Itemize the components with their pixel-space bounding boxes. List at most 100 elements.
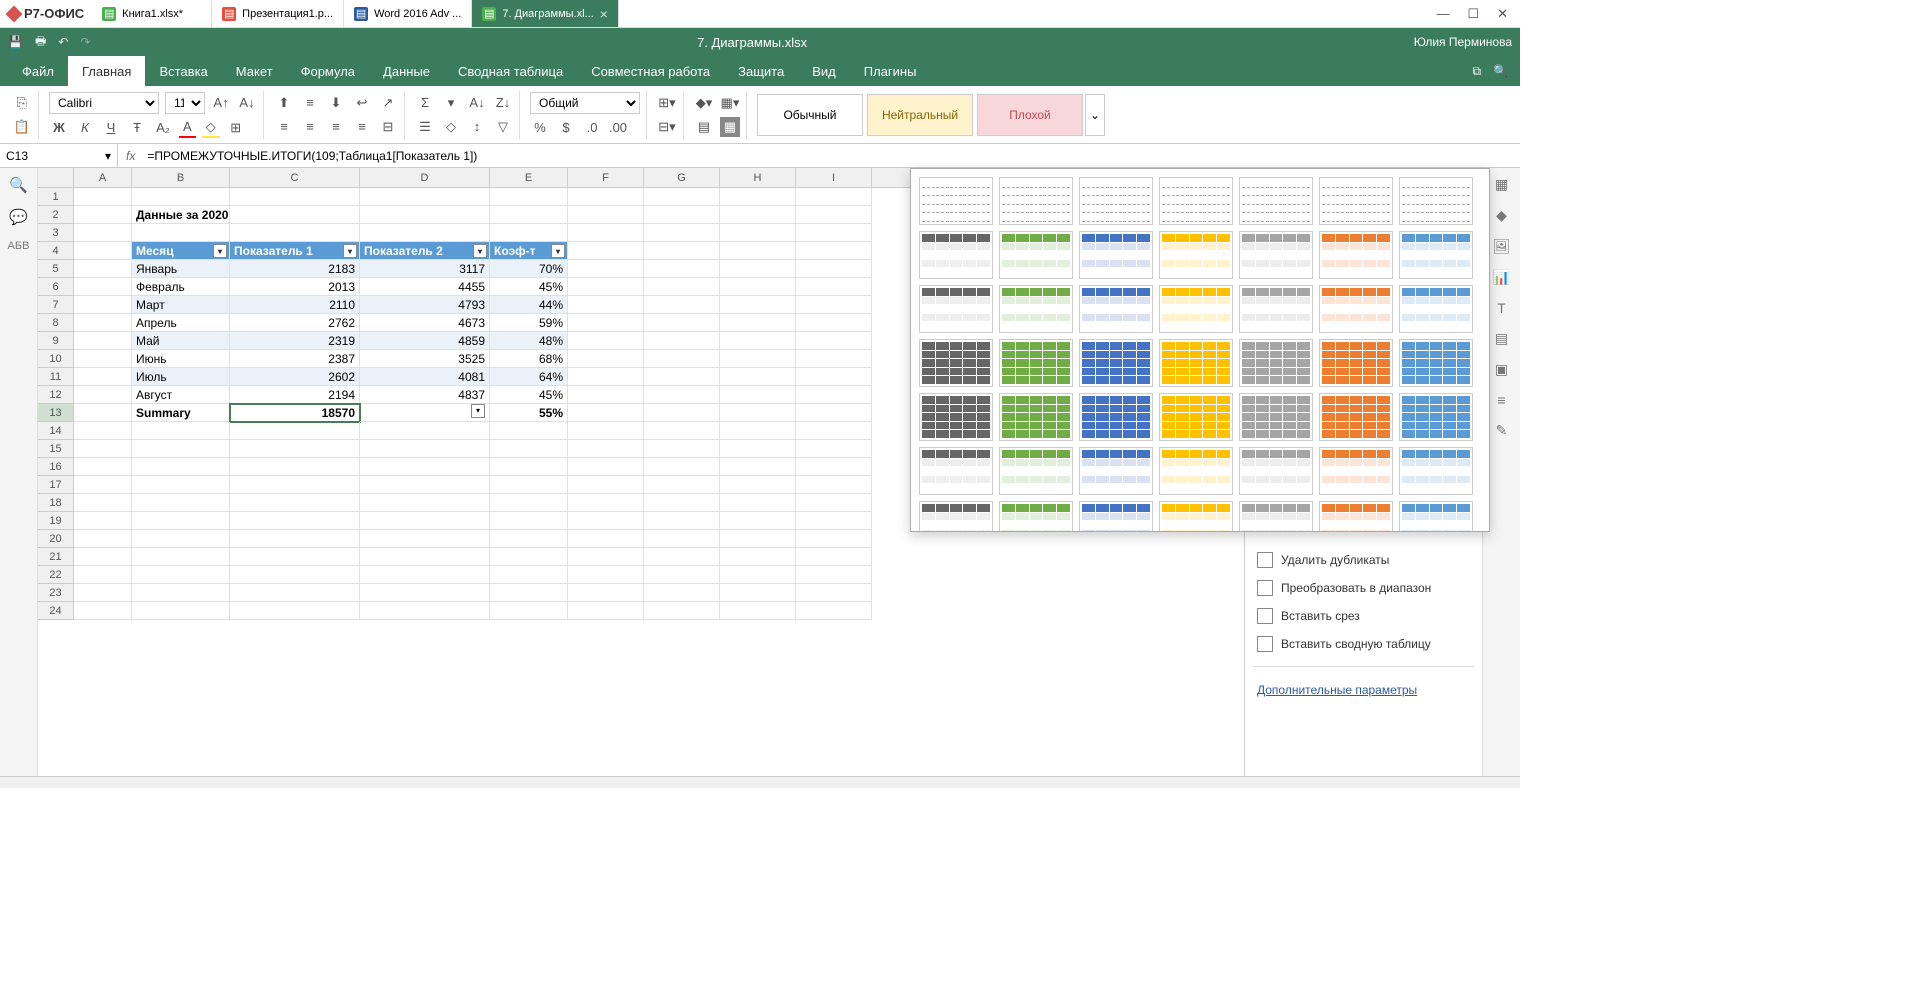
filter-icon[interactable]: ▾	[473, 244, 487, 258]
cell[interactable]	[230, 584, 360, 602]
table-style-thumb[interactable]	[1319, 285, 1393, 333]
row-header[interactable]: 19	[38, 512, 74, 530]
menu-Вставка[interactable]: Вставка	[145, 56, 221, 86]
cell[interactable]	[74, 494, 132, 512]
cond-settings-icon[interactable]: ≡	[1497, 392, 1505, 408]
cell[interactable]	[720, 296, 796, 314]
cell[interactable]	[796, 296, 872, 314]
menu-Макет[interactable]: Макет	[222, 56, 287, 86]
column-header[interactable]: I	[796, 168, 872, 187]
table-style-thumb[interactable]	[1079, 447, 1153, 495]
cell[interactable]: 2762	[230, 314, 360, 332]
cell[interactable]	[644, 566, 720, 584]
table-style-thumb[interactable]	[1239, 501, 1313, 532]
cell[interactable]	[490, 584, 568, 602]
cell[interactable]	[568, 278, 644, 296]
fill-color-button[interactable]: ◇	[202, 118, 220, 138]
copy-icon[interactable]: ⎘	[12, 93, 32, 113]
cell[interactable]	[360, 440, 490, 458]
cell[interactable]	[74, 332, 132, 350]
cell[interactable]	[74, 530, 132, 548]
cell[interactable]	[568, 476, 644, 494]
cell[interactable]	[720, 458, 796, 476]
row-header[interactable]: 7	[38, 296, 74, 314]
cell[interactable]	[74, 278, 132, 296]
cell[interactable]	[230, 224, 360, 242]
minimize-button[interactable]: —	[1436, 6, 1449, 22]
cell[interactable]	[568, 440, 644, 458]
cell[interactable]	[230, 530, 360, 548]
search-icon[interactable]: 🔍	[9, 176, 28, 194]
cell[interactable]	[720, 260, 796, 278]
cell[interactable]	[720, 206, 796, 224]
cell[interactable]	[568, 404, 644, 422]
table-style-thumb[interactable]	[999, 393, 1073, 441]
row-header[interactable]: 15	[38, 440, 74, 458]
cell[interactable]	[568, 494, 644, 512]
cell[interactable]	[74, 296, 132, 314]
cell[interactable]	[796, 242, 872, 260]
style-expand-button[interactable]: ⌄	[1085, 94, 1105, 136]
cell[interactable]	[490, 530, 568, 548]
cell[interactable]	[74, 566, 132, 584]
cell[interactable]	[490, 548, 568, 566]
cell[interactable]	[490, 422, 568, 440]
borders-button[interactable]: ⊞	[226, 118, 246, 138]
table-style-thumb[interactable]	[1079, 501, 1153, 532]
cell[interactable]	[74, 584, 132, 602]
currency-icon[interactable]: $	[556, 118, 576, 138]
cell[interactable]	[720, 476, 796, 494]
cell[interactable]	[132, 458, 230, 476]
row-header[interactable]: 12	[38, 386, 74, 404]
cell[interactable]	[720, 404, 796, 422]
cell[interactable]: Февраль	[132, 278, 230, 296]
cell[interactable]	[490, 512, 568, 530]
cell[interactable]	[796, 386, 872, 404]
filter-icon[interactable]: ▾	[213, 244, 227, 258]
table-style-thumb[interactable]	[999, 447, 1073, 495]
table-style-thumb[interactable]	[1399, 285, 1473, 333]
cell[interactable]: Июль	[132, 368, 230, 386]
close-tab-icon[interactable]: ×	[600, 6, 608, 22]
cell[interactable]	[644, 206, 720, 224]
cell[interactable]	[568, 530, 644, 548]
menu-Данные[interactable]: Данные	[369, 56, 444, 86]
cell[interactable]: 44%	[490, 296, 568, 314]
cell[interactable]	[644, 440, 720, 458]
sign-settings-icon[interactable]: ✎	[1496, 422, 1508, 439]
cell[interactable]: 48%	[490, 332, 568, 350]
table-style-thumb[interactable]	[1399, 231, 1473, 279]
align-right-icon[interactable]: ≡	[326, 117, 346, 137]
cell[interactable]	[132, 422, 230, 440]
align-top-icon[interactable]: ⬆	[274, 93, 294, 113]
table-style-thumb[interactable]	[1159, 285, 1233, 333]
subscript-button[interactable]: A₂	[153, 118, 173, 138]
cell[interactable]	[490, 566, 568, 584]
table-style-thumb[interactable]	[1319, 393, 1393, 441]
save-icon[interactable]: 💾	[8, 35, 23, 49]
row-header[interactable]: 13	[38, 404, 74, 422]
cell[interactable]	[360, 224, 490, 242]
table-style-thumb[interactable]	[1319, 447, 1393, 495]
table-style-thumb[interactable]	[1239, 177, 1313, 225]
cell[interactable]	[360, 494, 490, 512]
cell[interactable]	[568, 368, 644, 386]
cell[interactable]: 3117	[360, 260, 490, 278]
cell[interactable]	[796, 494, 872, 512]
cell[interactable]: 2183	[230, 260, 360, 278]
cell[interactable]: Май	[132, 332, 230, 350]
clear-icon[interactable]: ◇	[441, 117, 461, 137]
shape-settings-icon[interactable]: ◆	[1496, 207, 1507, 224]
cell[interactable]	[230, 602, 360, 620]
cell[interactable]: 2110	[230, 296, 360, 314]
cell[interactable]: 68%	[490, 350, 568, 368]
menu-Совместная работа[interactable]: Совместная работа	[577, 56, 724, 86]
cell[interactable]	[796, 260, 872, 278]
cell[interactable]	[644, 260, 720, 278]
column-header[interactable]: D	[360, 168, 490, 187]
cell[interactable]	[490, 188, 568, 206]
cell[interactable]	[568, 296, 644, 314]
cell[interactable]	[360, 422, 490, 440]
cell[interactable]	[568, 458, 644, 476]
cell[interactable]	[720, 512, 796, 530]
